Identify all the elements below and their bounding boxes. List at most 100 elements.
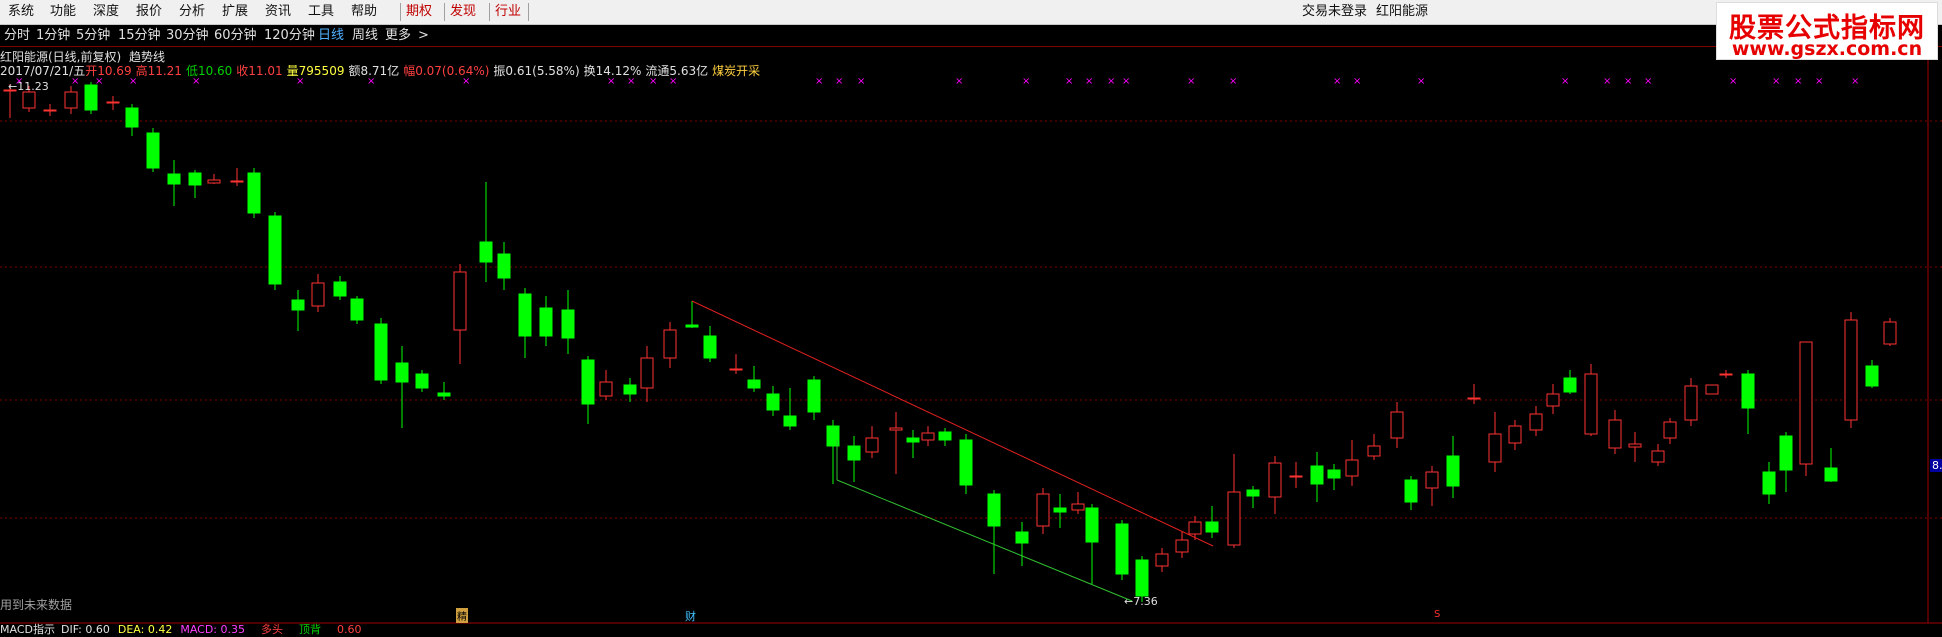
candle-body bbox=[395, 362, 409, 383]
menu-item[interactable]: 功能 bbox=[50, 0, 76, 24]
signal-mark: × bbox=[835, 76, 843, 87]
period-tab[interactable]: 1分钟 bbox=[36, 25, 70, 46]
candle-body bbox=[1824, 467, 1838, 482]
signal-mark: × bbox=[1333, 76, 1341, 87]
period-tab[interactable]: 分时 bbox=[4, 25, 30, 46]
candle-body bbox=[106, 101, 120, 104]
candle-body bbox=[43, 109, 57, 112]
period-tab[interactable]: 15分钟 bbox=[118, 25, 161, 46]
menu-item[interactable]: 系统 bbox=[8, 0, 34, 24]
info-low: 低10.60 bbox=[185, 64, 233, 78]
candle-body bbox=[599, 381, 613, 397]
candle-body bbox=[84, 84, 98, 111]
candle-body bbox=[1246, 489, 1260, 497]
signal-mark: × bbox=[1815, 76, 1823, 87]
signal-mark: × bbox=[1085, 76, 1093, 87]
candle-body bbox=[1719, 373, 1733, 376]
menu-item-highlight[interactable]: 发现 bbox=[450, 0, 476, 24]
candle-body bbox=[1115, 523, 1129, 575]
low-arrow-icon: ← bbox=[1124, 595, 1134, 608]
info-float: 流通5.63亿 bbox=[645, 64, 709, 78]
candle-body bbox=[374, 323, 388, 381]
info-volume: 量795509 bbox=[286, 64, 345, 78]
period-tab[interactable]: 日线 bbox=[318, 25, 344, 46]
candle-body bbox=[350, 298, 364, 321]
candle-body bbox=[1268, 462, 1282, 498]
signal-mark: × bbox=[1561, 76, 1569, 87]
candle-body bbox=[889, 427, 903, 431]
candle-body bbox=[1844, 319, 1858, 421]
high-price-label: ←11.23 bbox=[8, 80, 49, 93]
candle-body bbox=[1508, 425, 1522, 444]
menu-item[interactable]: 帮助 bbox=[351, 0, 377, 24]
signal-mark: × bbox=[1772, 76, 1780, 87]
candle-body bbox=[1883, 321, 1897, 345]
info-change: 幅0.07(0.64%) bbox=[403, 64, 490, 78]
trade-login-status[interactable]: 交易未登录 bbox=[1302, 0, 1367, 24]
signal-mark: × bbox=[1729, 76, 1737, 87]
signal-mark: × bbox=[1851, 76, 1859, 87]
candle-body bbox=[987, 493, 1001, 527]
stock-name-menu[interactable]: 红阳能源 bbox=[1376, 0, 1428, 24]
candle-body bbox=[1289, 475, 1303, 478]
menu-item-highlight[interactable]: 期权 bbox=[406, 0, 432, 24]
signal-mark: × bbox=[1229, 76, 1237, 87]
candle-body bbox=[167, 173, 181, 185]
candle-body bbox=[663, 329, 677, 359]
high-arrow-icon: ← bbox=[8, 80, 18, 93]
period-tab[interactable]: 120分钟 bbox=[264, 25, 315, 46]
signal-mark: × bbox=[1794, 76, 1802, 87]
candle-body bbox=[1663, 421, 1677, 439]
candle-body bbox=[247, 172, 261, 214]
candle-body bbox=[1071, 503, 1085, 511]
signal-mark: × bbox=[1624, 76, 1632, 87]
info-close: 收11.01 bbox=[236, 64, 283, 78]
menu-separator bbox=[489, 3, 490, 21]
candle-body bbox=[703, 335, 717, 359]
menu-bar: 系统 功能 深度 报价 分析 扩展 资讯 工具 帮助 期权 发现 行业 交易未登录 红阳能源 bbox=[0, 0, 1942, 25]
candlestick-chart[interactable]: × × × × × × × × × × × × × × × × × × × × × × × × × × × × × × × × × × × bbox=[0, 0, 1942, 630]
candle-body bbox=[581, 359, 595, 405]
menu-item[interactable]: 扩展 bbox=[222, 0, 248, 24]
candle-body bbox=[1327, 469, 1341, 479]
signal-mark: × bbox=[857, 76, 865, 87]
candle-body bbox=[1628, 443, 1642, 448]
candle-body bbox=[807, 379, 821, 413]
chevron-right-icon[interactable]: > bbox=[418, 25, 429, 46]
candle-body bbox=[1684, 385, 1698, 421]
menu-item-highlight[interactable]: 行业 bbox=[495, 0, 521, 24]
signal-mark: × bbox=[1107, 76, 1115, 87]
candle-body bbox=[1310, 465, 1324, 485]
candle-body bbox=[1367, 445, 1381, 457]
candle-body bbox=[640, 357, 654, 389]
candle-body bbox=[1015, 531, 1029, 544]
menu-item[interactable]: 报价 bbox=[136, 0, 162, 24]
candle-body bbox=[230, 180, 244, 183]
period-tab[interactable]: 5分钟 bbox=[76, 25, 110, 46]
candle-body bbox=[783, 415, 797, 427]
candle-body bbox=[311, 282, 325, 307]
menu-item[interactable]: 资讯 bbox=[265, 0, 291, 24]
signal-mark: × bbox=[1644, 76, 1652, 87]
menu-item[interactable]: 工具 bbox=[308, 0, 334, 24]
menu-item[interactable]: 分析 bbox=[179, 0, 205, 24]
marker-jing[interactable]: 精 bbox=[456, 608, 468, 623]
marker-s[interactable]: S bbox=[1434, 609, 1440, 620]
signal-mark: × bbox=[1065, 76, 1073, 87]
signal-mark: × bbox=[815, 76, 823, 87]
candle-body bbox=[1036, 493, 1050, 527]
candle-body bbox=[1175, 539, 1189, 553]
candle-body bbox=[1227, 491, 1241, 546]
period-tab[interactable]: 周线 bbox=[352, 25, 378, 46]
candle-body bbox=[1467, 397, 1481, 400]
marker-cai[interactable]: 财 bbox=[685, 608, 696, 624]
period-tab[interactable]: 30分钟 bbox=[166, 25, 209, 46]
candle-body bbox=[847, 445, 861, 461]
candle-body bbox=[1188, 521, 1202, 535]
period-tab[interactable]: 更多 bbox=[385, 25, 411, 46]
candle-body bbox=[188, 172, 202, 186]
info-high: 高11.21 bbox=[135, 64, 182, 78]
period-tab[interactable]: 60分钟 bbox=[214, 25, 257, 46]
info-sector[interactable]: 煤炭开采 bbox=[712, 64, 760, 78]
menu-item[interactable]: 深度 bbox=[93, 0, 119, 24]
